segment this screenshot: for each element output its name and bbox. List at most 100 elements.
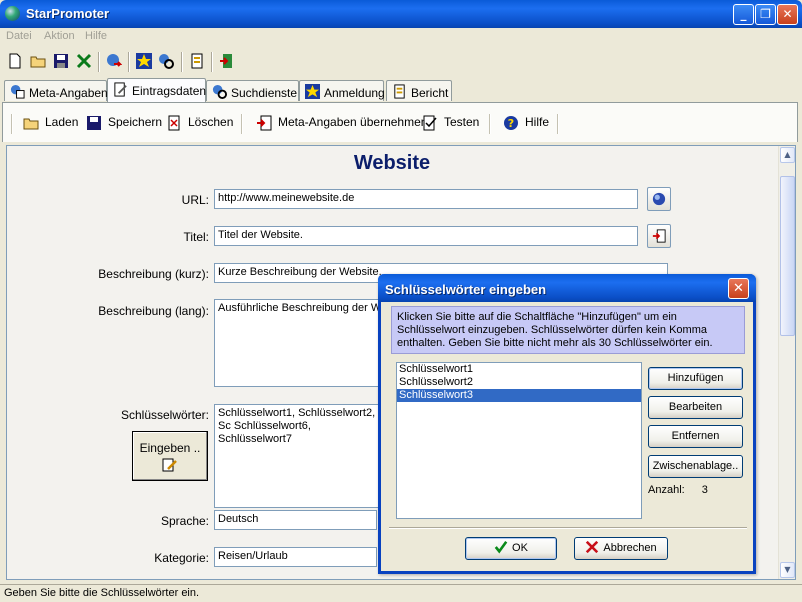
tab-label: Meta-Angaben (29, 86, 108, 100)
abbrechen-label: Abbrechen (603, 542, 657, 554)
delete-document-icon (168, 115, 180, 131)
menu-datei[interactable]: Datei (6, 30, 32, 42)
globe-arrow-icon[interactable] (106, 53, 122, 69)
keyword-list-item[interactable]: Schlüsselwort2 (397, 376, 641, 389)
import-meta-icon (257, 115, 272, 131)
menu-hilfe[interactable]: Hilfe (85, 30, 107, 42)
open-url-button[interactable] (647, 187, 671, 211)
scroll-thumb[interactable] (780, 176, 795, 336)
open-folder-icon[interactable] (30, 53, 46, 69)
vertical-scrollbar[interactable]: ▲ ▼ (778, 146, 795, 579)
zwischenablage-button[interactable]: Zwischenablage.. (648, 455, 743, 478)
star-icon[interactable] (136, 53, 152, 69)
hilfe-button[interactable]: ? Hilfe (503, 115, 549, 133)
scroll-up-arrow[interactable]: ▲ (780, 147, 795, 163)
toolbar-separator (98, 52, 100, 72)
window-title: StarPromoter (26, 6, 110, 21)
toolbar-separator (128, 52, 130, 72)
edit-pencil-icon (162, 458, 177, 472)
titel-input[interactable]: Titel der Website. (214, 226, 638, 246)
tab-anmeldung[interactable]: Anmeldung (299, 80, 385, 101)
open-folder-icon (23, 118, 39, 130)
cancel-x-icon (586, 540, 599, 554)
loeschen-label: Löschen (188, 115, 234, 129)
laden-label: Laden (45, 115, 79, 129)
meta-icon (10, 84, 25, 99)
test-checklist-icon (423, 115, 437, 131)
laden-button[interactable]: Laden (23, 115, 78, 133)
report-icon (394, 84, 405, 99)
loeschen-button[interactable]: Löschen (166, 115, 233, 133)
star-icon (305, 84, 320, 99)
sprache-label: Sprache: (160, 514, 209, 528)
dialog-info-text: Klicken Sie bitte auf die Schaltfläche "… (391, 306, 745, 354)
eingeben-label: Eingeben .. (139, 441, 201, 455)
tab-meta-angaben[interactable]: Meta-Angaben (4, 80, 108, 101)
meta-label: Meta-Angaben übernehmen (278, 115, 428, 129)
help-icon: ? (504, 116, 518, 130)
search-engine-icon[interactable] (158, 53, 174, 69)
globe-icon (652, 192, 666, 206)
dialog-close-button[interactable]: ✕ (728, 278, 749, 299)
close-button[interactable]: ✕ (777, 4, 798, 25)
edit-document-icon (114, 82, 127, 97)
status-bar: Geben Sie bitte die Schlüsselwörter ein. (0, 584, 802, 602)
url-input[interactable]: http://www.meinewebsite.de (214, 189, 638, 209)
schluesselwoerter-label: Schlüsselwörter: (120, 408, 209, 422)
keyword-list[interactable]: Schlüsselwort1 Schlüsselwort2 Schlüsselw… (396, 362, 642, 519)
delete-x-icon[interactable] (76, 53, 92, 69)
count-value: 3 (701, 484, 708, 496)
schluesselwoerter-textarea[interactable]: Schlüsselwort1, Schlüsselwort2, Sc Schlü… (214, 404, 384, 508)
tab-label: Bericht (411, 86, 449, 100)
entfernen-button[interactable]: Entfernen (648, 425, 743, 448)
tab-eintragsdaten[interactable]: Eintragsdaten (107, 78, 206, 102)
app-globe-icon (5, 6, 20, 21)
menu-aktion[interactable]: Aktion (44, 30, 75, 42)
main-toolbar (0, 49, 802, 75)
hilfe-label: Hilfe (525, 115, 550, 129)
ok-label: OK (512, 542, 528, 554)
meta-uebernehmen-button[interactable]: Meta-Angaben übernehmen (256, 115, 427, 133)
kategorie-select[interactable]: Reisen/Urlaub (214, 547, 377, 567)
title-bar: StarPromoter _ ❐ ✕ (0, 0, 802, 28)
toolbar-separator (489, 114, 491, 134)
restore-button[interactable]: ❐ (755, 4, 776, 25)
eingeben-button[interactable]: Eingeben .. (132, 431, 208, 481)
exit-door-icon[interactable] (219, 53, 235, 69)
scroll-down-arrow[interactable]: ▼ (780, 562, 795, 578)
bearbeiten-button[interactable]: Bearbeiten (648, 396, 743, 419)
abbrechen-button[interactable]: Abbrechen (574, 537, 668, 560)
beschreibung-kurz-label: Beschreibung (kurz): (98, 267, 209, 281)
keyword-count: Anzahl: 3 (648, 484, 708, 496)
toolbar-separator (211, 52, 213, 72)
tab-bericht[interactable]: Bericht (386, 80, 452, 101)
beschreibung-lang-label: Beschreibung (lang): (98, 304, 209, 318)
keyword-list-item-selected[interactable]: Schlüsselwort3 (397, 389, 641, 402)
toolbar-separator (11, 114, 13, 134)
testen-button[interactable]: Testen (422, 115, 479, 133)
minimize-button[interactable]: _ (733, 4, 754, 25)
menu-bar: Datei Aktion Hilfe (0, 28, 802, 46)
page-title: Website (353, 152, 431, 174)
report-icon[interactable] (189, 53, 205, 69)
import-meta-icon (652, 229, 666, 243)
dialog-title: Schlüsselwörter eingeben (378, 274, 756, 302)
sprache-select[interactable]: Deutsch (214, 510, 377, 530)
ok-button[interactable]: OK (465, 537, 557, 560)
checkmark-icon (494, 540, 508, 554)
speichern-button[interactable]: Speichern (86, 115, 162, 133)
tab-label: Suchdienste (231, 86, 298, 100)
keyword-list-item[interactable]: Schlüsselwort1 (397, 363, 641, 376)
hinzufuegen-button[interactable]: Hinzufügen (648, 367, 743, 390)
tab-strip: Meta-Angaben Eintragsdaten Suchdienste A… (0, 78, 802, 102)
import-title-button[interactable] (647, 224, 671, 248)
url-label: URL: (181, 193, 209, 207)
new-file-icon[interactable] (7, 53, 23, 69)
save-icon[interactable] (53, 53, 69, 69)
toolbar-separator (241, 114, 243, 134)
count-label: Anzahl: (648, 484, 685, 496)
tab-suchdienste[interactable]: Suchdienste (206, 80, 299, 101)
kategorie-label: Kategorie: (154, 551, 209, 565)
toolbar-separator (557, 114, 559, 134)
entry-toolbar: Laden Speichern Löschen Meta-Angaben übe… (2, 102, 798, 142)
